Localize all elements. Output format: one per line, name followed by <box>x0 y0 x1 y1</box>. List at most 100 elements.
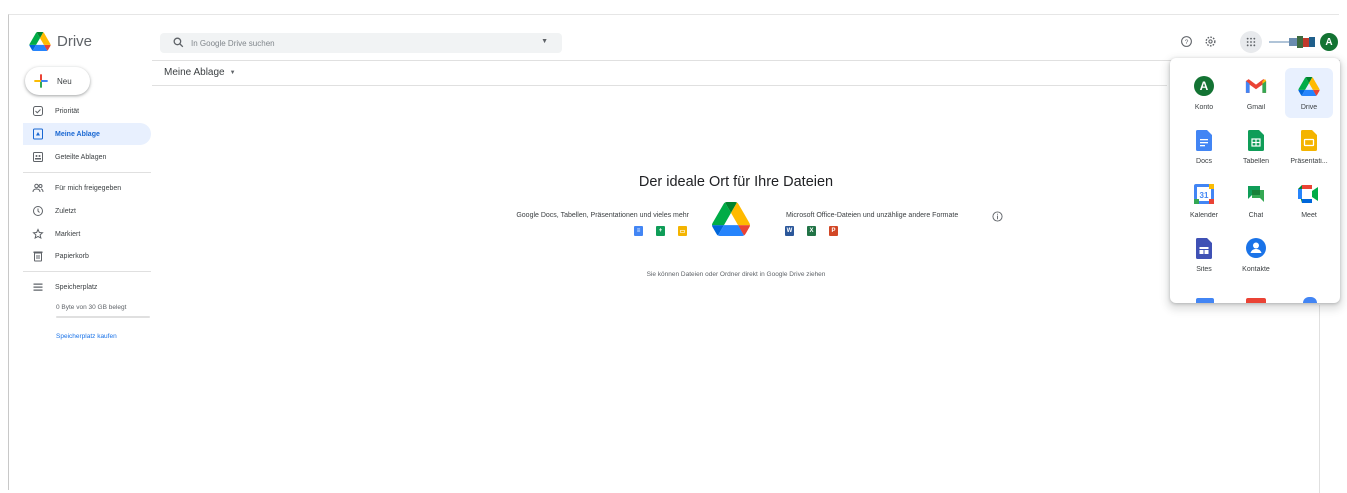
next-app-icon-partial <box>1196 298 1214 303</box>
sidebar-item-label: Papierkorb <box>55 252 89 260</box>
sidebar-item-fuer-mich-freigegeben[interactable]: Für mich freigegeben <box>23 177 151 199</box>
sidebar-item-label: Priorität <box>55 107 80 115</box>
buy-storage-link[interactable]: Speicherplatz kaufen <box>56 333 117 340</box>
sidebar-item-papierkorb[interactable]: Papierkorb <box>23 245 151 267</box>
drive-illustration-icon <box>712 202 750 236</box>
apps-grid-button[interactable] <box>1240 31 1262 53</box>
page-title: Meine Ablage <box>164 67 225 78</box>
sidebar-item-zuletzt[interactable]: Zuletzt <box>23 200 151 222</box>
chat-icon <box>1245 183 1267 205</box>
star-icon <box>32 228 44 240</box>
meet-icon <box>1298 183 1320 205</box>
header-divider <box>152 60 1340 61</box>
gmail-icon <box>1245 75 1267 97</box>
next-app-icon-partial <box>1303 297 1317 303</box>
sheets-icon <box>1245 129 1267 151</box>
app-tile-meet[interactable]: Meet <box>1285 176 1333 226</box>
app-label: Gmail <box>1246 104 1266 111</box>
app-label: Meet <box>1301 212 1317 219</box>
app-tile-gmail[interactable]: Gmail <box>1232 68 1280 118</box>
check-circle-icon <box>32 105 44 117</box>
sidebar-item-label: Speicherplatz <box>55 283 98 291</box>
app-name: Drive <box>57 33 93 50</box>
sidebar-item-label: Geteilte Ablagen <box>55 153 107 161</box>
google-files-text: Google Docs, Tabellen, Präsentationen un… <box>516 212 689 219</box>
chevron-down-icon: ▼ <box>229 69 236 76</box>
app-tile-tabellen[interactable]: Tabellen <box>1232 122 1280 172</box>
storage-usage-text: 0 Byte von 30 GB belegt <box>56 304 127 311</box>
sidebar-item-label: Zuletzt <box>55 207 77 215</box>
app-tile-kalender[interactable]: 31 Kalender <box>1180 176 1228 226</box>
clock-icon <box>32 205 44 217</box>
word-mini-icon: W <box>785 226 794 236</box>
sidebar-item-prioritaet[interactable]: Priorität <box>23 100 151 122</box>
app-label: Sites <box>1196 266 1212 273</box>
sidebar-item-markiert[interactable]: Markiert <box>23 223 151 245</box>
svg-text:?: ? <box>1184 38 1188 45</box>
shared-drives-icon <box>32 151 44 163</box>
my-drive-icon <box>32 128 44 140</box>
docs-mini-icon: ≡ <box>634 226 643 236</box>
shared-with-me-icon <box>32 182 44 194</box>
app-label: Drive <box>1300 104 1318 111</box>
storage-icon <box>32 281 44 293</box>
app-tile-drive[interactable]: Drive <box>1285 68 1333 118</box>
sheets-mini-icon: + <box>656 226 665 236</box>
account-icon: A <box>1193 75 1215 97</box>
sidebar-divider <box>23 172 151 173</box>
drive-icon <box>1298 75 1320 97</box>
app-tile-kontakte[interactable]: Kontakte <box>1232 230 1280 280</box>
search-bar[interactable]: ▼ <box>160 33 562 53</box>
apps-grid-icon <box>1246 37 1256 47</box>
sidebar-item-meine-ablage[interactable]: Meine Ablage <box>23 123 151 145</box>
sidebar-item-label: Markiert <box>55 230 81 238</box>
empty-state-title: Der ideale Ort für Ihre Dateien <box>638 174 834 190</box>
search-icon[interactable] <box>172 36 185 54</box>
app-tile-sites[interactable]: Sites <box>1180 230 1228 280</box>
folder-title-dropdown[interactable]: Meine Ablage ▼ <box>164 67 236 78</box>
app-tile-praesentationen[interactable]: Präsentati... <box>1285 122 1333 172</box>
svg-text:31: 31 <box>1200 191 1209 200</box>
powerpoint-mini-icon: P <box>829 226 838 236</box>
sidebar-divider <box>23 271 151 272</box>
new-button[interactable]: Neu <box>25 67 90 95</box>
app-label: Präsentati... <box>1290 158 1328 165</box>
search-input[interactable] <box>191 33 521 53</box>
sidebar-item-speicherplatz[interactable]: Speicherplatz <box>23 276 151 298</box>
plus-icon <box>34 74 48 88</box>
right-edge-line <box>1319 305 1320 493</box>
app-tile-docs[interactable]: Docs <box>1180 122 1228 172</box>
drive-logo-icon <box>29 32 51 51</box>
info-icon[interactable] <box>992 211 1003 222</box>
organization-logo[interactable] <box>1269 35 1319 49</box>
drive-logo[interactable]: Drive <box>29 32 92 51</box>
search-options-icon[interactable]: ▼ <box>541 38 548 45</box>
contacts-icon <box>1245 237 1267 259</box>
trash-icon <box>32 250 44 262</box>
next-app-icon-partial <box>1246 298 1266 303</box>
avatar[interactable]: A <box>1320 33 1338 51</box>
app-label: Kontakte <box>1242 266 1270 273</box>
help-icon[interactable]: ? <box>1178 33 1194 49</box>
drive-window: Drive ▼ ? A <box>8 14 1340 493</box>
app-tile-chat[interactable]: Chat <box>1232 176 1280 226</box>
sites-icon <box>1193 237 1215 259</box>
app-label: Chat <box>1248 212 1264 219</box>
storage-progress-bar <box>56 316 150 318</box>
app-label: Kalender <box>1189 212 1219 219</box>
apps-launcher-panel: A Konto Gmail Drive Docs Tabellen Präsen… <box>1170 58 1340 303</box>
main-divider <box>152 85 1167 86</box>
docs-icon <box>1193 129 1215 151</box>
app-tile-konto[interactable]: A Konto <box>1180 68 1228 118</box>
calendar-icon: 31 <box>1193 183 1215 205</box>
settings-icon[interactable] <box>1202 33 1218 49</box>
sidebar-item-geteilte-ablagen[interactable]: Geteilte Ablagen <box>23 146 151 168</box>
sidebar-item-label: Für mich freigegeben <box>55 184 122 192</box>
app-label: Konto <box>1194 104 1214 111</box>
slides-icon <box>1298 129 1320 151</box>
office-files-text: Microsoft Office-Dateien und unzählige a… <box>786 212 959 219</box>
app-label: Tabellen <box>1242 158 1270 165</box>
slides-mini-icon: ▭ <box>678 226 687 236</box>
excel-mini-icon: X <box>807 226 816 236</box>
new-button-label: Neu <box>57 76 72 86</box>
